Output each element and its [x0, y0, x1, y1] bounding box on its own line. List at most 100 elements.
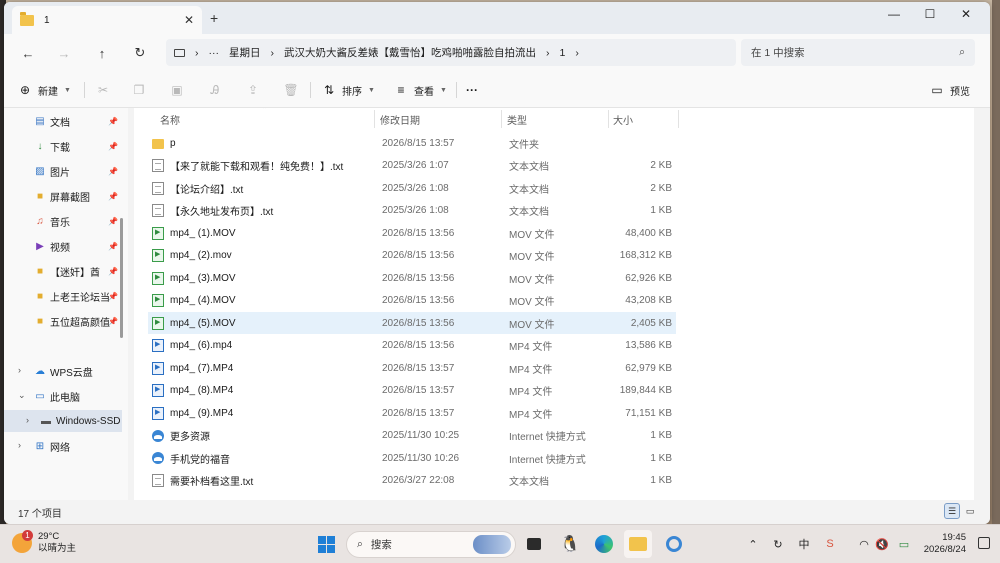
- up-arrow-icon[interactable]: ↑: [90, 42, 114, 64]
- share-button[interactable]: ⇪: [246, 80, 260, 100]
- file-row[interactable]: mp4_ (2).mov 2026/8/15 13:56 MOV 文件 168,312…: [148, 245, 676, 267]
- file-row[interactable]: 【来了就能下载和观看！纯免费！】.txt 2025/3/26 1:07 文本文档 2 …: [148, 155, 676, 177]
- sidebar-item-label: 文档: [50, 117, 70, 129]
- sidebar-item-pictures[interactable]: ▨ 图片 📌: [4, 160, 122, 182]
- chevron-up-icon[interactable]: ⌃: [746, 535, 760, 553]
- column-divider[interactable]: [374, 110, 375, 128]
- tiles-view-icon[interactable]: ▭: [962, 503, 978, 519]
- notification-icon[interactable]: [978, 537, 990, 549]
- divider: [84, 82, 85, 98]
- paste-button[interactable]: ▣: [170, 80, 184, 100]
- file-row[interactable]: mp4_ (7).MP4 2026/8/15 13:57 MP4 文件 62,979 …: [148, 357, 676, 379]
- sync-icon[interactable]: ↻: [770, 535, 786, 553]
- sidebar-item-label: 图片: [50, 167, 70, 179]
- file-row[interactable]: 手机党的福音 2025/11/30 10:26 Internet 快捷方式 1 KB: [148, 447, 676, 469]
- new-tab-button[interactable]: +: [210, 10, 218, 26]
- taskbar-app-tool[interactable]: [660, 530, 688, 558]
- preview-pane-button[interactable]: ▭ 预览: [930, 80, 970, 100]
- taskbar-app-file-explorer[interactable]: [624, 530, 652, 558]
- file-row[interactable]: mp4_ (1).MOV 2026/8/15 13:56 MOV 文件 48,400 …: [148, 222, 676, 244]
- file-row[interactable]: 【论坛介绍】.txt 2025/3/26 1:08 文本文档 2 KB: [148, 177, 676, 199]
- column-header-size[interactable]: 大小: [613, 108, 633, 130]
- sidebar-item-folder-3[interactable]: ■ 五位超高颜值 📌: [4, 310, 122, 332]
- file-row[interactable]: mp4_ (6).mp4 2026/8/15 13:56 MP4 文件 13,586 …: [148, 335, 676, 357]
- tab-close-icon[interactable]: ✕: [184, 13, 194, 27]
- refresh-icon[interactable]: ↻: [128, 42, 152, 64]
- wifi-icon[interactable]: ◠: [856, 535, 872, 553]
- file-row[interactable]: 需要补档看这里.txt 2026/3/27 22:08 文本文档 1 KB: [148, 470, 676, 492]
- breadcrumb-item[interactable]: 星期日: [229, 45, 261, 60]
- breadcrumb-item[interactable]: 1: [560, 47, 566, 59]
- start-button[interactable]: [312, 530, 340, 558]
- column-header-date[interactable]: 修改日期: [380, 108, 420, 130]
- file-row[interactable]: mp4_ (9).MP4 2026/8/15 13:57 MP4 文件 71,151 …: [148, 402, 676, 424]
- taskbar-app-qq[interactable]: 🐧: [556, 530, 584, 558]
- tab-current-folder[interactable]: 1 ✕: [12, 6, 202, 34]
- sidebar-item-folder-2[interactable]: ■ 上老王论坛当 📌: [4, 285, 122, 307]
- file-row[interactable]: mp4_ (4).MOV 2026/8/15 13:56 MOV 文件 43,208 …: [148, 290, 676, 312]
- taskbar-app-edge[interactable]: [590, 530, 618, 558]
- file-row[interactable]: 更多资源 2025/11/30 10:25 Internet 快捷方式 1 KB: [148, 425, 676, 447]
- sidebar-item-videos[interactable]: ▶ 视频 📌: [4, 235, 122, 257]
- minimize-button[interactable]: —: [876, 2, 912, 26]
- taskbar-search[interactable]: ⌕ 搜索: [346, 531, 516, 558]
- file-row[interactable]: p 2026/8/15 13:57 文件夹: [148, 132, 676, 154]
- weather-widget[interactable]: 1 29°C 以晴为主: [12, 530, 76, 555]
- file-name-cell: mp4_ (2).mov: [152, 245, 374, 267]
- penguin-icon: 🐧: [560, 536, 580, 553]
- file-type: MOV 文件: [509, 229, 555, 241]
- file-row[interactable]: mp4_ (5).MOV 2026/8/15 13:56 MOV 文件 2,405 K…: [148, 312, 676, 334]
- cut-button[interactable]: ✂: [96, 80, 110, 100]
- clock[interactable]: 19:45 2026/8/24: [924, 532, 966, 556]
- sort-button[interactable]: ⇅ 排序 ▼: [322, 80, 375, 100]
- address-bar[interactable]: › ··· 星期日 › 武汉大奶大酱反差婊【戴雪怡】吃鸡啪啪露脸自拍流出 › 1…: [166, 39, 736, 66]
- music-icon: ♫: [36, 215, 44, 227]
- new-button[interactable]: ⊕ 新建 ▼: [18, 80, 71, 100]
- file-row[interactable]: mp4_ (8).MP4 2026/8/15 13:57 MP4 文件 189,844…: [148, 380, 676, 402]
- chevron-right-icon[interactable]: ›: [26, 415, 36, 425]
- file-row[interactable]: mp4_ (3).MOV 2026/8/15 13:56 MOV 文件 62,926 …: [148, 267, 676, 289]
- column-header-type[interactable]: 类型: [507, 108, 527, 130]
- column-header-name[interactable]: 名称: [160, 108, 180, 130]
- column-divider[interactable]: [501, 110, 502, 128]
- column-divider[interactable]: [678, 110, 679, 128]
- battery-icon[interactable]: ▭: [894, 535, 914, 553]
- mp4-file-icon: [152, 406, 164, 420]
- more-options-button[interactable]: ···: [466, 80, 478, 100]
- close-window-button[interactable]: ✕: [948, 2, 984, 26]
- column-divider[interactable]: [608, 110, 609, 128]
- ime-icon[interactable]: 中: [796, 535, 812, 553]
- search-input[interactable]: 在 1 中搜索 ⌕: [741, 39, 975, 66]
- details-view-icon[interactable]: ☰: [944, 503, 960, 519]
- file-type: Internet 快捷方式: [509, 432, 586, 443]
- file-date: 2025/3/26 1:07: [382, 160, 449, 171]
- file-size: 62,926 KB: [625, 272, 672, 284]
- sidebar-item-wps-cloud[interactable]: ☁ WPS云盘: [4, 360, 122, 382]
- sidebar-item-screenshots[interactable]: ■ 屏幕截图 📌: [4, 185, 122, 207]
- sidebar-item-folder-1[interactable]: ■ 【迷奸】酋 📌: [4, 260, 122, 282]
- copy-button[interactable]: ❐: [132, 80, 146, 100]
- taskbar-app-terminal[interactable]: [520, 530, 548, 558]
- volume-mute-icon[interactable]: 🔇: [874, 535, 890, 553]
- txt-file-icon: [152, 474, 164, 487]
- delete-button[interactable]: 🗑: [283, 80, 298, 100]
- breadcrumb-more[interactable]: ···: [209, 47, 220, 59]
- view-button[interactable]: ≡ 查看 ▼: [394, 80, 446, 100]
- maximize-button[interactable]: ☐: [912, 2, 948, 26]
- sidebar-item-network[interactable]: ⊞ 网络: [4, 435, 122, 457]
- sidebar-item-documents[interactable]: ▤ 文档 📌: [4, 110, 122, 132]
- file-name: mp4_ (3).MOV: [170, 272, 236, 284]
- rename-button[interactable]: Ꭿ: [208, 80, 222, 100]
- back-arrow-icon[interactable]: ←: [16, 42, 40, 64]
- forward-arrow-icon[interactable]: →: [52, 42, 76, 64]
- sidebar-item-windows-ssd[interactable]: ▬ Windows-SSD: [4, 410, 122, 432]
- sidebar-scrollbar[interactable]: [120, 218, 123, 338]
- file-row[interactable]: 【永久地址发布页】.txt 2025/3/26 1:08 文本文档 1 KB: [148, 200, 676, 222]
- sidebar-item-this-pc[interactable]: ▭ 此电脑: [4, 385, 122, 407]
- breadcrumb-item[interactable]: 武汉大奶大酱反差婊【戴雪怡】吃鸡啪啪露脸自拍流出: [284, 45, 536, 60]
- file-size: 2 KB: [650, 182, 672, 194]
- wps-icon[interactable]: S: [822, 535, 838, 553]
- sidebar-item-downloads[interactable]: ↓ 下载 📌: [4, 135, 122, 157]
- file-name-cell: 【永久地址发布页】.txt: [152, 200, 374, 222]
- sidebar-item-music[interactable]: ♫ 音乐 📌: [4, 210, 122, 232]
